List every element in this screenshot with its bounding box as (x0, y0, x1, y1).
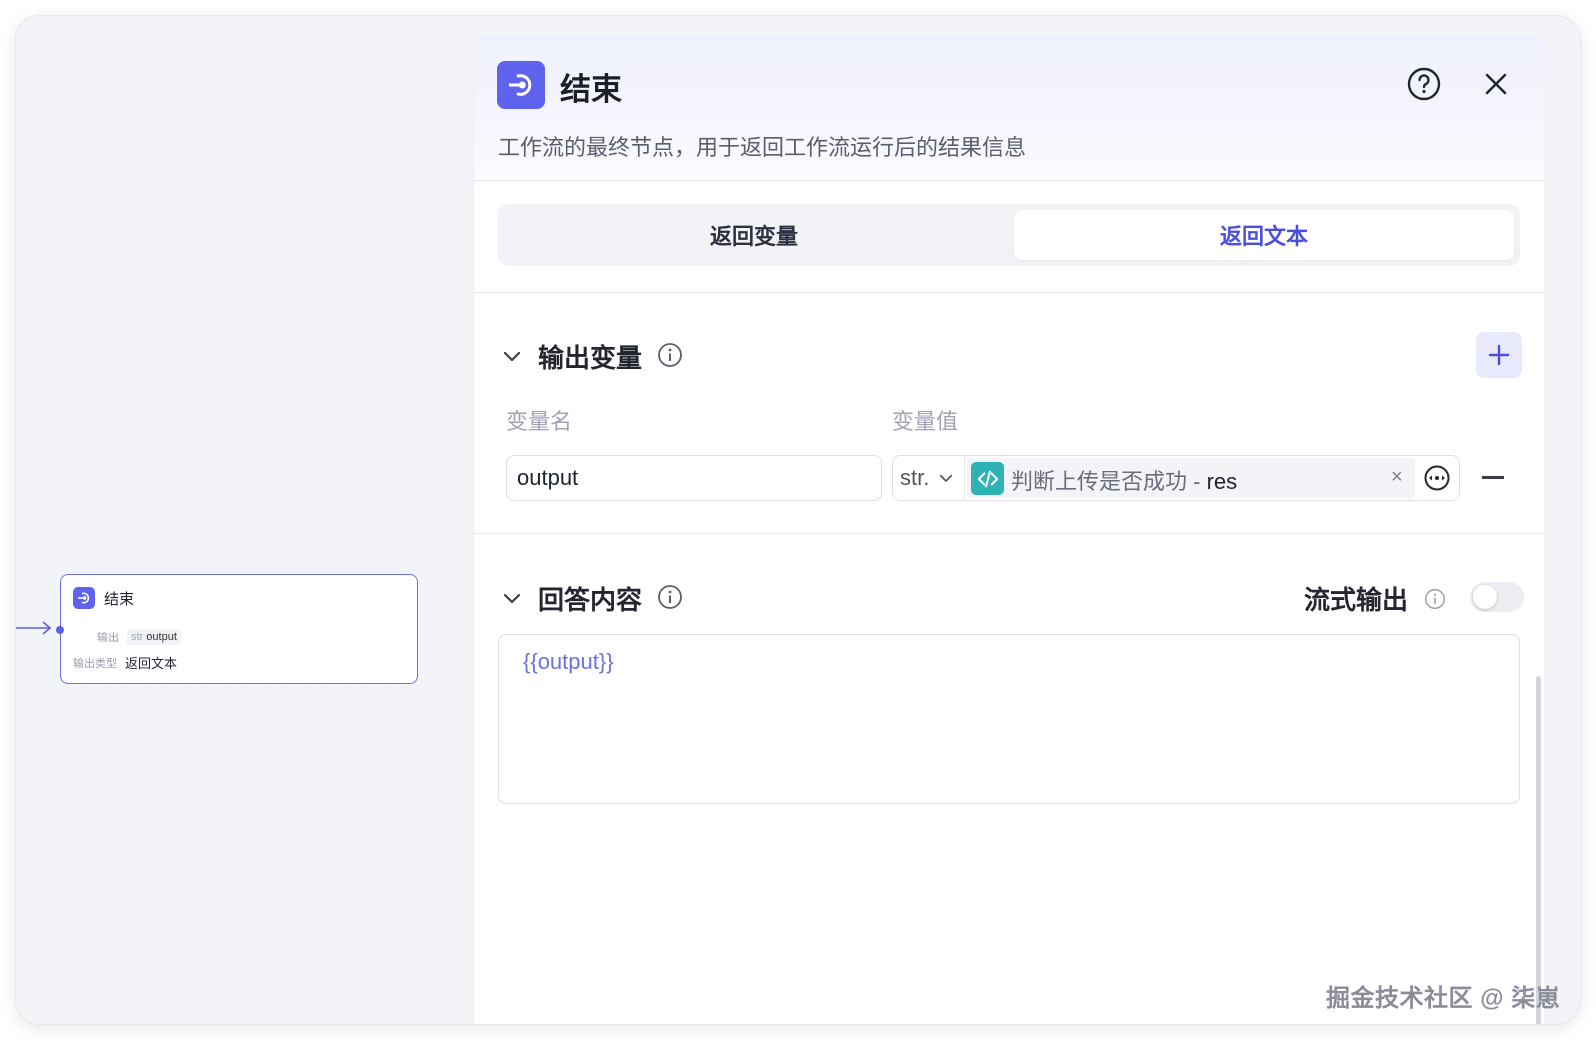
variable-picker-icon[interactable] (1423, 464, 1451, 492)
output-variables-title: 输出变量 (538, 343, 643, 373)
node-output-type: str (131, 631, 144, 643)
workflow-canvas[interactable]: 结束 输出 str output 输出类型 返回文本 (16, 16, 476, 1024)
variable-reference-chip[interactable]: 判断上传是否成功 - res × (967, 458, 1415, 498)
divider (474, 292, 1544, 293)
node-output-row: 输出 str output (97, 629, 181, 645)
variable-name-input[interactable]: output (506, 455, 882, 501)
watermark: 掘金技术社区 @ 柒崽 (1326, 985, 1561, 1012)
type-select[interactable]: str. (893, 456, 965, 499)
info-icon[interactable] (1424, 588, 1446, 610)
app-window: 结束 输出 str output 输出类型 返回文本 结束 工作流的最终节点，用… (16, 16, 1580, 1024)
remove-variable-button[interactable] (1482, 476, 1504, 479)
clear-reference-icon[interactable]: × (1391, 466, 1403, 489)
chevron-down-icon (940, 474, 953, 482)
end-node-card[interactable]: 结束 输出 str output 输出类型 返回文本 (56, 574, 418, 684)
info-icon[interactable] (657, 342, 683, 368)
end-node-icon (73, 587, 95, 609)
chevron-down-icon[interactable] (500, 586, 524, 610)
close-icon[interactable] (1478, 66, 1514, 102)
node-input-handle[interactable] (56, 626, 64, 634)
node-type-value: 返回文本 (125, 656, 178, 671)
node-output-tag: str output (127, 629, 181, 645)
node-config-panel: 结束 工作流的最终节点，用于返回工作流运行后的结果信息 返回变量 返回文本 输出… (474, 36, 1544, 1024)
answer-content-title: 回答内容 (538, 585, 643, 615)
add-variable-button[interactable] (1476, 332, 1522, 378)
info-icon[interactable] (657, 584, 683, 610)
tab-return-variable[interactable]: 返回变量 (504, 210, 1004, 260)
panel-title: 结束 (560, 72, 622, 107)
return-mode-tabs: 返回变量 返回文本 (498, 204, 1520, 266)
divider (474, 533, 1544, 534)
code-node-icon (971, 462, 1004, 495)
toggle-knob (1473, 585, 1497, 609)
variable-value-label: 变量值 (892, 409, 959, 434)
node-output-value: output (146, 631, 177, 643)
end-node-icon (497, 61, 545, 109)
reference-node-name: 判断上传是否成功 - (1011, 469, 1207, 494)
panel-scrollbar[interactable] (1536, 676, 1541, 1024)
stream-output-toggle[interactable] (1470, 582, 1524, 612)
node-type-row: 输出类型 返回文本 (73, 653, 177, 672)
chevron-down-icon[interactable] (500, 344, 524, 368)
node-title: 结束 (104, 590, 135, 608)
node-header: 结束 (73, 587, 134, 609)
variable-value-field: str. 判断上传是否成功 - res × (892, 455, 1460, 501)
panel-header: 结束 工作流的最终节点，用于返回工作流运行后的结果信息 (474, 36, 1544, 181)
node-type-key: 输出类型 (73, 657, 117, 670)
panel-description: 工作流的最终节点，用于返回工作流运行后的结果信息 (498, 135, 1027, 160)
variable-name-label: 变量名 (506, 409, 573, 434)
answer-content-editor[interactable]: {{output}} (498, 634, 1520, 804)
tab-return-text[interactable]: 返回文本 (1014, 210, 1514, 260)
node-output-key: 输出 (97, 632, 119, 644)
help-icon[interactable] (1406, 66, 1442, 102)
plus-icon (1488, 344, 1510, 366)
reference-variable-name: res (1206, 469, 1238, 494)
stream-output-label: 流式输出 (1304, 585, 1409, 615)
type-select-value: str. (900, 464, 930, 490)
reference-label: 判断上传是否成功 - res (1011, 464, 1237, 496)
edge-arrow-icon (16, 621, 52, 635)
